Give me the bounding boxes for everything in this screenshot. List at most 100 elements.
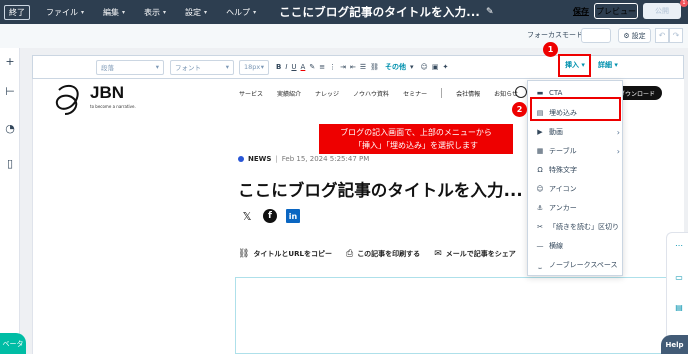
nav-item-seminar[interactable]: セミナー (403, 89, 427, 98)
save-button[interactable]: 保存 (573, 6, 589, 17)
gear-icon: ⚙ (623, 31, 630, 40)
print-action[interactable]: ⎙ この記事を印刷する (346, 249, 420, 259)
detail-menu-button[interactable]: 詳細 ▾ (598, 60, 618, 70)
exit-button[interactable]: 終了 (4, 4, 30, 20)
step-badge-2: 2 (512, 102, 527, 117)
font-size-select[interactable]: 18px ▾ (239, 59, 269, 75)
outdent-icon[interactable]: ⇤ (350, 63, 356, 71)
image-icon[interactable]: ▣ (432, 63, 439, 71)
page-title[interactable]: ここにブログ記事のタイトルを入力... (279, 4, 480, 20)
insert-item-hr[interactable]: — 横線 (536, 241, 620, 251)
highlight-icon[interactable]: ✎ (309, 63, 315, 71)
paragraph-select-value: 段落 (101, 64, 114, 72)
facebook-icon[interactable]: f (263, 209, 277, 223)
chevron-right-icon: › (616, 127, 620, 137)
menu-settings[interactable]: 設定 ▾ (185, 7, 207, 18)
menu-edit[interactable]: 編集 ▾ (103, 7, 125, 18)
omega-icon: Ω (537, 166, 543, 174)
print-label: この記事を印刷する (357, 250, 421, 258)
smile-icon[interactable]: ☺ (421, 63, 428, 71)
insert-item-special-char[interactable]: Ω 特殊文字 (536, 165, 620, 175)
preview-button[interactable]: プレビュー (594, 3, 638, 19)
comment-icon[interactable]: ▭ (674, 273, 684, 283)
bold-button[interactable]: B (276, 63, 281, 71)
paragraph-select[interactable]: 段落 ▾ (96, 59, 164, 75)
insert-item-anchor-label: アンカー (549, 204, 577, 212)
insert-item-read-more[interactable]: ✂ 「続きを読む」区切り (536, 222, 620, 232)
category-dot-icon (238, 156, 244, 162)
x-icon[interactable]: 𝕏 (240, 209, 254, 223)
insert-item-video[interactable]: ▶ 動画 › (536, 127, 620, 137)
insert-item-hr-label: 横線 (549, 242, 563, 250)
other-menu[interactable]: その他 (385, 62, 406, 72)
nav-item-company[interactable]: 会社情報 (456, 89, 480, 98)
nbsp-icon: ⎵ (538, 260, 542, 269)
document-icon[interactable]: ▯ (4, 158, 16, 170)
font-select[interactable]: フォント ▾ (170, 59, 234, 75)
post-actions: ⛓ タイトルとURLをコピー ⎙ この記事を印刷する ✉ メールで記事をシェア (238, 249, 530, 259)
structure-icon[interactable]: ⊢ (4, 86, 16, 98)
category-label: NEWS (248, 155, 272, 163)
focus-mode-toggle[interactable] (581, 28, 611, 43)
pencil-icon[interactable]: ✎ (486, 7, 494, 17)
nav-item-knowledge[interactable]: ナレッジ (315, 89, 339, 98)
chevron-down-icon: ▾ (225, 63, 229, 71)
add-icon[interactable]: + (4, 56, 16, 68)
gauge-icon[interactable]: ◔ (4, 123, 16, 135)
underline-button[interactable]: U (291, 63, 296, 71)
insert-item-cta[interactable]: ▬ CTA (536, 89, 620, 97)
embed-highlight-box (530, 97, 621, 121)
nav-item-docs[interactable]: ノウハウ資料 (353, 89, 389, 98)
align-icon[interactable]: ☰ (360, 63, 366, 71)
menu-help[interactable]: ヘルプ ▾ (226, 7, 256, 18)
search-icon[interactable] (515, 86, 527, 98)
nav-item-works[interactable]: 実績紹介 (277, 89, 301, 98)
content-area[interactable] (235, 277, 668, 354)
nav-item-service[interactable]: サービス (239, 89, 263, 98)
grid-icon[interactable]: ⋯ (674, 241, 684, 251)
insert-item-cta-label: CTA (549, 89, 563, 97)
insert-item-icon[interactable]: ☺ アイコン (536, 184, 620, 194)
settings-button[interactable]: ⚙ 設定 (618, 28, 651, 43)
logo-text: JBN (90, 83, 125, 102)
insert-item-video-label: 動画 (549, 128, 563, 136)
left-sidebar: + ⊢ ◔ ▯ (0, 48, 20, 354)
linkedin-icon[interactable]: in (286, 209, 300, 223)
beta-tab[interactable]: ベータ (0, 333, 26, 354)
hr-icon: — (536, 242, 544, 250)
anchor-icon: ⚓ (536, 204, 544, 212)
email-share-action[interactable]: ✉ メールで記事をシェア (434, 249, 516, 259)
link-icon[interactable]: ⛓ (370, 63, 379, 71)
step-badge-1: 1 (543, 42, 558, 57)
insert-highlight-box (558, 54, 591, 77)
menu-view[interactable]: 表示 ▾ (144, 7, 166, 18)
insert-item-anchor[interactable]: ⚓ アンカー (536, 203, 620, 213)
menu-file-label: ファイル (46, 7, 78, 17)
redo-button[interactable]: ↷ (669, 28, 683, 43)
help-button[interactable]: Help (661, 335, 688, 354)
publish-button[interactable]: 公開 (643, 3, 681, 19)
email-share-label: メールで記事をシェア (445, 250, 516, 258)
numbered-list-icon[interactable]: ⋮ (329, 63, 336, 71)
panel-icon[interactable]: ▤ (674, 303, 684, 313)
insert-item-table-label: テーブル (549, 147, 577, 155)
insert-item-special-char-label: 特殊文字 (549, 166, 577, 174)
indent-icon[interactable]: ⇥ (340, 63, 346, 71)
menu-file[interactable]: ファイル ▾ (46, 7, 84, 18)
menu-edit-label: 編集 (103, 7, 120, 17)
insert-item-table[interactable]: ▦ テーブル › (536, 146, 620, 156)
cta-icon: ▬ (536, 89, 544, 97)
text-color-button[interactable]: A (301, 63, 306, 71)
chevron-down-icon: ▾ (204, 8, 208, 16)
scissors-icon: ✂ (537, 223, 543, 231)
settings-label: 設定 (631, 31, 646, 40)
insert-item-nbsp[interactable]: ⎵ ノーブレークスペース (536, 260, 620, 270)
sparkle-icon[interactable]: ✦ (442, 63, 448, 71)
post-title[interactable]: ここにブログ記事のタイトルを入力... (238, 177, 523, 201)
undo-button[interactable]: ↶ (655, 28, 669, 43)
chevron-down-icon: ▾ (410, 63, 414, 71)
copy-link-action[interactable]: ⛓ タイトルとURLをコピー (238, 249, 332, 259)
italic-button[interactable]: I (285, 63, 287, 71)
list-icon[interactable]: ≡ (319, 63, 325, 71)
menu-help-label: ヘルプ (226, 7, 251, 17)
